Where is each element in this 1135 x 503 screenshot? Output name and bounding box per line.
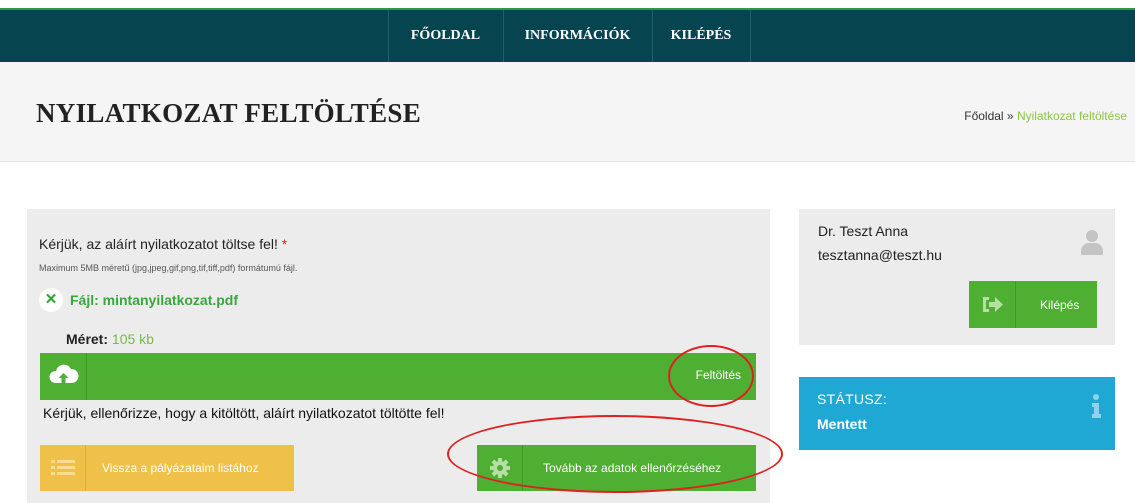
upload-panel: Kérjük, az aláírt nyilatkozatot töltse f…	[27, 209, 770, 503]
close-icon: ✕	[44, 291, 58, 308]
status-panel: STÁTUSZ: Mentett	[799, 377, 1115, 450]
cloud-upload-icon[interactable]	[40, 353, 87, 400]
file-size-label: Méret:	[66, 331, 109, 347]
user-panel: Dr. Teszt Anna tesztanna@teszt.hu Kilépé…	[799, 209, 1115, 345]
nav-item-logout[interactable]: KILÉPÉS	[652, 10, 750, 62]
user-email: tesztanna@teszt.hu	[818, 247, 942, 263]
sign-out-icon	[969, 281, 1016, 328]
info-icon	[1091, 394, 1101, 423]
upload-label: Kérjük, az aláírt nyilatkozatot töltse f…	[39, 236, 287, 252]
back-button-label: Vissza a pályázataim listához	[102, 461, 259, 475]
main-nav: FŐOLDAL INFORMÁCIÓK KILÉPÉS	[0, 10, 1135, 62]
next-button-label: Tovább az adatok ellenőrzéséhez	[543, 461, 722, 475]
verify-notice: Kérjük, ellenőrizze, hogy a kitöltött, a…	[43, 405, 445, 421]
nav-item-info[interactable]: INFORMÁCIÓK	[503, 10, 652, 62]
required-mark: *	[281, 236, 288, 252]
top-accent-stripe	[0, 0, 1135, 10]
status-value: Mentett	[817, 416, 867, 432]
file-format-hint: Maximum 5MB méretű (jpg,jpeg,gif,png,tif…	[39, 263, 298, 273]
breadcrumb-home-link[interactable]: Főoldal	[964, 109, 1003, 123]
page-header: NYILATKOZAT FELTÖLTÉSE Főoldal » Nyilatk…	[0, 62, 1135, 162]
page-title: NYILATKOZAT FELTÖLTÉSE	[36, 98, 422, 128]
breadcrumb-separator: »	[1003, 109, 1017, 123]
gear-icon	[477, 445, 523, 491]
logout-button-label: Kilépés	[1040, 298, 1080, 312]
user-icon	[1081, 229, 1103, 260]
continue-to-verification-button[interactable]: Tovább az adatok ellenőrzéséhez	[477, 445, 756, 491]
file-size-row: Méret: 105 kb	[66, 331, 154, 347]
breadcrumb: Főoldal » Nyilatkozat feltöltése	[964, 109, 1127, 123]
nav-item-home[interactable]: FŐOLDAL	[388, 10, 503, 62]
upload-button[interactable]: Feltöltés	[696, 368, 741, 382]
nav-divider	[750, 10, 751, 62]
remove-file-button[interactable]: ✕	[39, 288, 63, 312]
breadcrumb-current: Nyilatkozat feltöltése	[1016, 109, 1127, 123]
file-size-value: 105 kb	[111, 331, 154, 347]
file-upload-bar[interactable]: Feltöltés	[40, 353, 756, 400]
back-to-applications-button[interactable]: Vissza a pályázataim listához	[40, 445, 294, 491]
status-title: STÁTUSZ:	[817, 391, 888, 407]
file-name: Fájl: mintanyilatkozat.pdf	[70, 292, 239, 308]
user-name: Dr. Teszt Anna	[818, 223, 909, 239]
upload-label-text: Kérjük, az aláírt nyilatkozatot töltse f…	[39, 236, 278, 252]
list-icon	[40, 445, 86, 491]
logout-button[interactable]: Kilépés	[969, 281, 1097, 328]
